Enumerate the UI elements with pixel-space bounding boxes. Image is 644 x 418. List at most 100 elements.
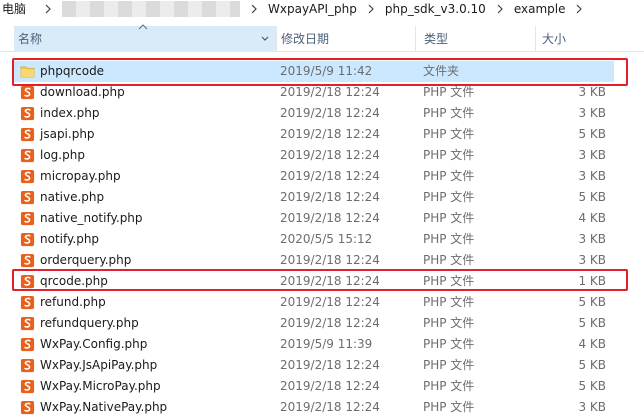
breadcrumb-item-computer[interactable]: 电脑 [0, 0, 34, 18]
php-file-icon [20, 211, 35, 226]
column-header-size[interactable]: 大小 [535, 26, 615, 52]
file-size: 5 KB [578, 316, 606, 330]
file-modified-date: 2019/2/18 12:24 [280, 400, 380, 414]
file-type: PHP 文件 [423, 127, 475, 141]
file-name: qrcode.php [40, 274, 108, 288]
file-row[interactable]: orderquery.php 2019/2/18 12:24 PHP 文件 3 KB [14, 250, 614, 271]
file-name: WxPay.NativePay.php [40, 400, 168, 414]
file-modified-date: 2019/5/9 11:42 [280, 64, 373, 78]
file-row[interactable]: jsapi.php 2019/2/18 12:24 PHP 文件 5 KB [14, 124, 614, 145]
php-file-icon [20, 274, 35, 289]
file-row[interactable]: WxPay.NativePay.php 2019/2/18 12:24 PHP 文件… [14, 397, 614, 418]
file-modified-date: 2019/2/18 12:24 [280, 148, 380, 162]
breadcrumb-item-example[interactable]: example [514, 0, 566, 18]
folder-icon [20, 64, 35, 79]
php-file-icon [20, 253, 35, 268]
file-size: 1 KB [578, 274, 606, 288]
file-type: PHP 文件 [423, 274, 475, 288]
file-size: 4 KB [578, 337, 606, 351]
file-size: 5 KB [578, 295, 606, 309]
chevron-right-icon[interactable] [357, 0, 385, 18]
breadcrumb-blurred-segment [62, 1, 241, 17]
file-row[interactable]: download.php 2019/2/18 12:24 PHP 文件 3 KB [14, 82, 614, 103]
file-name: WxPay.Config.php [40, 337, 148, 351]
file-row[interactable]: native_notify.php 2019/2/18 12:24 PHP 文件 4 … [14, 208, 614, 229]
file-row[interactable]: phpqrcode 2019/5/9 11:42 文件夹 [14, 61, 614, 82]
file-row[interactable]: WxPay.JsApiPay.php 2019/2/18 12:24 PHP 文件 5… [14, 355, 614, 376]
php-file-icon [20, 127, 35, 142]
file-row[interactable]: log.php 2019/2/18 12:24 PHP 文件 3 KB [14, 145, 614, 166]
file-row[interactable]: native.php 2019/2/18 12:24 PHP 文件 5 KB [14, 187, 614, 208]
file-type: PHP 文件 [423, 148, 475, 162]
file-type: PHP 文件 [423, 190, 475, 204]
php-file-icon [20, 337, 35, 352]
file-name: phpqrcode [40, 64, 105, 78]
file-row[interactable]: qrcode.php 2019/2/18 12:24 PHP 文件 1 KB [14, 271, 614, 292]
php-file-icon [20, 169, 35, 184]
file-size: 3 KB [578, 106, 606, 120]
file-type: PHP 文件 [423, 400, 475, 414]
file-type: PHP 文件 [423, 358, 475, 372]
chevron-right-icon[interactable] [34, 0, 62, 18]
file-modified-date: 2019/2/18 12:24 [280, 169, 380, 183]
file-modified-date: 2019/2/18 12:24 [280, 190, 380, 204]
file-size: 4 KB [578, 211, 606, 225]
file-row[interactable]: WxPay.MicroPay.php 2019/2/18 12:24 PHP 文件 5… [14, 376, 614, 397]
file-modified-date: 2020/5/5 15:12 [280, 232, 373, 246]
sort-ascending-icon [138, 24, 148, 30]
file-type: PHP 文件 [423, 295, 475, 309]
file-type: PHP 文件 [423, 211, 475, 225]
file-size: 3 KB [578, 148, 606, 162]
file-modified-date: 2019/2/18 12:24 [280, 358, 380, 372]
file-modified-date: 2019/2/18 12:24 [280, 106, 380, 120]
column-header-type[interactable]: 类型 [415, 26, 535, 52]
file-size: 3 KB [578, 169, 606, 183]
php-file-icon [20, 190, 35, 205]
file-type: PHP 文件 [423, 337, 475, 351]
file-name: notify.php [40, 232, 100, 246]
column-header: 名称 修改日期 类型 大小 [0, 24, 644, 52]
file-name: WxPay.MicroPay.php [40, 379, 161, 393]
file-type: PHP 文件 [423, 232, 475, 246]
php-file-icon [20, 232, 35, 247]
file-size: 3 KB [578, 85, 606, 99]
column-header-date[interactable]: 修改日期 [276, 26, 415, 52]
php-file-icon [20, 379, 35, 394]
file-modified-date: 2019/2/18 12:24 [280, 253, 380, 267]
column-header-name[interactable]: 名称 [14, 24, 276, 52]
chevron-right-icon[interactable] [240, 0, 268, 18]
php-file-icon [20, 148, 35, 163]
breadcrumb-item-sdk[interactable]: php_sdk_v3.0.10 [385, 0, 486, 18]
file-row[interactable]: notify.php 2020/5/5 15:12 PHP 文件 3 KB [14, 229, 614, 250]
file-size: 5 KB [578, 190, 606, 204]
file-size: 3 KB [578, 400, 606, 414]
breadcrumb-item-wxpayapi[interactable]: WxpayAPI_php [268, 0, 357, 18]
file-row[interactable]: micropay.php 2019/2/18 12:24 PHP 文件 3 KB [14, 166, 614, 187]
file-row[interactable]: refund.php 2019/2/18 12:24 PHP 文件 5 KB [14, 292, 614, 313]
file-name: jsapi.php [40, 127, 95, 141]
php-file-icon [20, 85, 35, 100]
file-name: native_notify.php [40, 211, 143, 225]
file-modified-date: 2019/2/18 12:24 [280, 127, 380, 141]
chevron-right-icon[interactable] [565, 0, 593, 18]
column-header-name-label: 名称 [18, 32, 43, 46]
file-row[interactable]: index.php 2019/2/18 12:24 PHP 文件 3 KB [14, 103, 614, 124]
chevron-right-icon[interactable] [486, 0, 514, 18]
file-name: orderquery.php [40, 253, 132, 267]
file-modified-date: 2019/2/18 12:24 [280, 211, 380, 225]
php-file-icon [20, 358, 35, 373]
file-type: PHP 文件 [423, 379, 475, 393]
file-row[interactable]: refundquery.php 2019/2/18 12:24 PHP 文件 5 KB [14, 313, 614, 334]
file-type: PHP 文件 [423, 316, 475, 330]
file-type: PHP 文件 [423, 253, 475, 267]
file-type: PHP 文件 [423, 85, 475, 99]
chevron-down-icon[interactable] [260, 34, 270, 44]
file-row[interactable]: WxPay.Config.php 2019/5/9 11:39 PHP 文件 4 KB [14, 334, 614, 355]
file-modified-date: 2019/5/9 11:39 [280, 337, 373, 351]
file-name: log.php [40, 148, 85, 162]
file-name: micropay.php [40, 169, 121, 183]
file-size: 5 KB [578, 379, 606, 393]
file-name: download.php [40, 85, 125, 99]
file-name: native.php [40, 190, 105, 204]
file-modified-date: 2019/2/18 12:24 [280, 295, 380, 309]
